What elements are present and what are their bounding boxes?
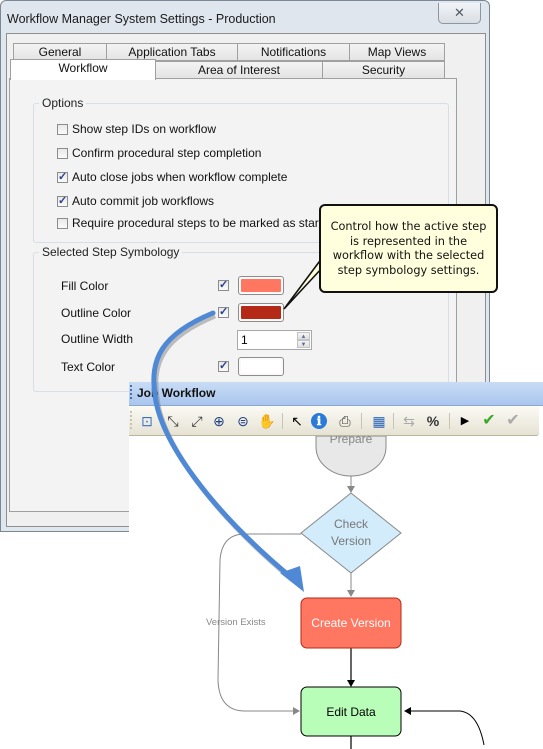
annotation-arrow <box>151 310 304 592</box>
annotation-arrow-line <box>151 310 295 581</box>
tab-workflow[interactable]: Workflow <box>10 59 156 80</box>
